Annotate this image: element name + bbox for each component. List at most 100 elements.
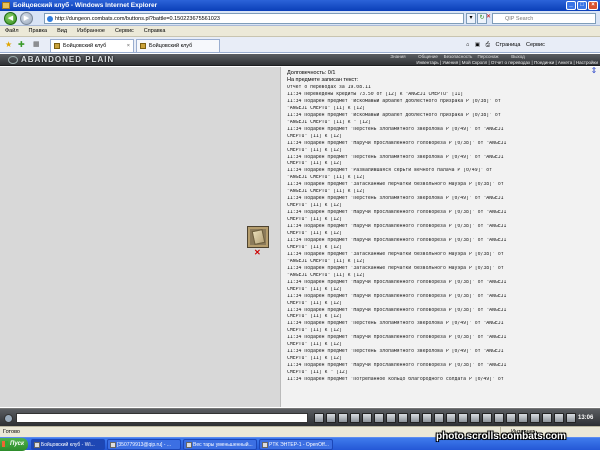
bell-icon[interactable] — [434, 413, 444, 423]
exit-icon[interactable] — [566, 413, 576, 423]
stop-button[interactable]: ✕ — [486, 13, 491, 24]
log-line: CMEPTu" [11] к [12] — [287, 300, 342, 306]
url-field[interactable]: http://dungeon.combats.com/buttons.pl?ba… — [44, 13, 464, 24]
maximize-button[interactable]: □ — [577, 1, 587, 10]
minimize-button[interactable]: _ — [566, 1, 576, 10]
favorites-star-icon[interactable]: ★ — [5, 40, 12, 49]
log-line: 11:34 Подарен предмет 'Наручи прославлен… — [287, 293, 507, 299]
menu-tools[interactable]: Сервис — [110, 26, 139, 37]
log-line: 11:34 Подарен предмет 'Затасканные перча… — [287, 265, 504, 271]
item-pane — [0, 67, 280, 407]
task-document[interactable]: Вес тары уменьшенный... — [183, 439, 257, 450]
menu-favorites[interactable]: Избранное — [72, 26, 110, 37]
log-line: CMEPTu" [11] к [12] — [287, 244, 342, 250]
log-line: 11:34 Подарен предмет 'Перстень злопамят… — [287, 349, 504, 355]
page-icon — [47, 16, 53, 22]
remove-item-icon[interactable]: ✕ — [254, 249, 261, 257]
map-icon[interactable] — [446, 413, 456, 423]
tab-label: Бойцовский клуб — [149, 43, 193, 49]
chat-input[interactable] — [16, 413, 308, 423]
tab-close-icon[interactable]: × — [127, 40, 130, 52]
log-line: CMEPTu" [11] к " [12] — [287, 370, 348, 376]
transfer-log: Отчет о переводах за 19.08.11 11:34 Перев… — [287, 85, 587, 405]
doc-task-icon — [186, 442, 192, 448]
sound-icon[interactable] — [362, 413, 372, 423]
log-line: 11:34 Подарен предмет 'Перстень злопамят… — [287, 154, 504, 160]
tab-label: Бойцовский клуб — [63, 43, 107, 49]
game-header: ABANDONED PLAIN Знания Общение Безопасност… — [0, 54, 600, 66]
log-line: CMEPTu" [11] к [12] — [287, 356, 342, 362]
game-nav-bottom[interactable]: Инвентарь | Умения | Мой Скролл | Отчет … — [340, 60, 600, 66]
log-line: CMEPTu" [11] к [12] — [287, 147, 342, 153]
mail-icon[interactable] — [530, 413, 540, 423]
log-line: CMEPTu" [11] к [12] — [287, 203, 342, 209]
game-logo: ABANDONED PLAIN — [8, 55, 114, 65]
task-browser[interactable]: Бойцовский клуб - Wi... — [31, 439, 105, 450]
log-line: CMEPTu" [11] к [12] — [287, 342, 342, 348]
music-icon[interactable] — [422, 413, 432, 423]
sword-icon[interactable] — [494, 413, 504, 423]
log-line: Отчет о переводах за 19.08.11 — [287, 85, 371, 90]
scroll-item-slot[interactable] — [247, 226, 269, 248]
log-line: 11:34 Переведены кредиты 73.50 от [12] к… — [287, 91, 464, 97]
task-qip[interactable]: [350779913@qip.ru] - ... — [107, 439, 181, 450]
book-icon[interactable] — [458, 413, 468, 423]
log-line: 11:34 Подарен предмет 'Наручи прославлен… — [287, 210, 507, 216]
log-line: CMEPTu" [11] к [12] — [287, 161, 342, 167]
menu-help[interactable]: Справка — [139, 26, 171, 37]
page-menu[interactable]: Страница — [496, 42, 521, 48]
clear-icon[interactable] — [338, 413, 348, 423]
qip-task-icon — [110, 442, 116, 448]
menu-file[interactable]: Файл — [0, 26, 24, 37]
smile-icon[interactable] — [326, 413, 336, 423]
log-line: "ANGEJI CMEPTu" [11] к [12] — [287, 175, 365, 181]
task-openoffice[interactable]: PTK ЭНТЕР-1 - OpenOff... — [259, 439, 333, 450]
scroll-arrow-icon[interactable]: ⇕ — [590, 67, 598, 80]
watermark-text: photo.scrolls.combats.com — [436, 431, 567, 442]
tools-menu[interactable]: Сервис — [526, 42, 545, 48]
menu-view[interactable]: Вид — [52, 26, 72, 37]
shield-icon[interactable] — [482, 413, 492, 423]
feeds-icon[interactable]: ▣ — [475, 42, 480, 48]
bag-icon[interactable] — [506, 413, 516, 423]
log-line: "ANGEJI CMEPTu" [11] к [12] — [287, 272, 365, 278]
filter-icon[interactable] — [350, 413, 360, 423]
log-line: 11:34 Подарен предмет 'Наручи прославлен… — [287, 140, 507, 146]
tab-inactive[interactable]: Бойцовский клуб — [136, 39, 220, 52]
home-icon[interactable]: ⌂ — [466, 42, 469, 48]
search-placeholder: QIP Search — [505, 16, 534, 22]
log-line: 11:34 Подарен предмет 'Искомавый арбалет… — [287, 112, 501, 118]
scroll-icon[interactable] — [410, 413, 420, 423]
potion-icon[interactable] — [470, 413, 480, 423]
log-line: 11:34 Подарен предмет 'Перстень злопамят… — [287, 126, 504, 132]
save-icon[interactable] — [374, 413, 384, 423]
log-line: "ANGEJI CMEPTu" [11] к [12] — [287, 258, 365, 264]
tab-bar: ★ ✚ ▦ Бойцовский клуб × Бойцовский клуб … — [0, 37, 600, 53]
log-line: 11:34 Подарен предмет 'Наручи прославлен… — [287, 363, 507, 369]
log-line: "ANGEJI CMEPTu" [11] к [12] — [287, 189, 365, 195]
close-window-button[interactable]: × — [588, 1, 598, 10]
back-button[interactable]: ◀ — [4, 12, 17, 25]
search-input[interactable]: QIP Search — [492, 13, 596, 24]
ie-command-bar: ⌂ ▣ ⎙ Страница Сервис — [462, 39, 600, 52]
menu-edit[interactable]: Правка — [24, 26, 53, 37]
settings-icon[interactable] — [386, 413, 396, 423]
address-dropdown-button[interactable]: ▾ — [466, 13, 476, 24]
tab-active[interactable]: Бойцовский клуб × — [50, 39, 134, 52]
ie-app-icon — [2, 2, 10, 9]
forward-button[interactable]: ▶ — [20, 12, 33, 25]
tab-list-icon[interactable]: ▦ — [33, 40, 40, 49]
send-icon[interactable] — [314, 413, 324, 423]
log-line: CMEPTu" [11] к [12] — [287, 328, 342, 334]
log-line: 11:34 Подарен предмет 'Потрепанное кольц… — [287, 377, 504, 383]
print-icon[interactable]: ⎙ — [486, 42, 490, 48]
game-toolbar: 13:06 — [0, 408, 600, 426]
star-icon[interactable] — [542, 413, 552, 423]
gift-icon[interactable] — [518, 413, 528, 423]
info-icon[interactable] — [554, 413, 564, 423]
add-favorites-icon[interactable]: ✚ — [18, 40, 25, 49]
start-button[interactable]: Пуск — [0, 438, 28, 451]
time-icon[interactable] — [398, 413, 408, 423]
chat-icon[interactable] — [4, 414, 13, 423]
log-line: 11:34 Подарен предмет 'Наручи прославлен… — [287, 335, 507, 341]
